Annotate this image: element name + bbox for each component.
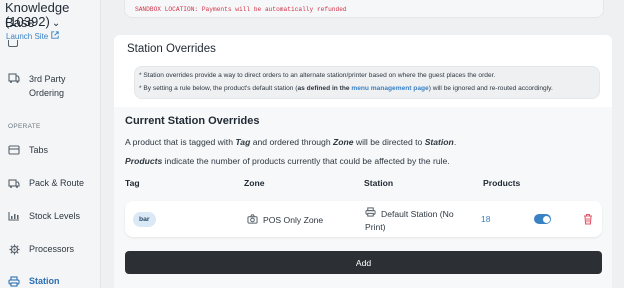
column-header-tag: Tag [125,178,140,188]
location-id-text: (10392) [5,14,50,29]
pack-route-icon [8,178,20,188]
sidebar-item-label: Tabs [29,145,49,155]
info-bold-text: as defined in the [297,85,352,92]
trash-icon[interactable] [583,212,593,225]
info-box: * Station overrides provide a way to dir… [134,66,600,99]
gear-icon [8,243,20,255]
description-line-1: A product that is tagged with Tag and or… [125,137,456,147]
sidebar-item-pack-route[interactable]: Pack & Route [8,178,84,188]
camera-icon [247,214,258,226]
desc-text: will be directed to [353,137,425,147]
printer-icon [365,207,376,221]
column-header-zone: Zone [244,178,265,188]
location-id[interactable]: (10392) ⌄ [5,14,60,31]
third-party-icon [8,72,20,83]
current-overrides-section: Current Station Overrides A product that… [114,107,612,288]
zone-cell: POS Only Zone [247,214,323,226]
sidebar-item-processors[interactable]: Processors [8,243,75,255]
menu-management-link[interactable]: menu management page [351,85,428,92]
station-name: Default Station (No [381,208,454,219]
table-row: bar POS Only Zone Default Station (No Pr… [125,201,602,237]
sidebar-item-label: Processors [29,244,75,254]
sidebar-item-station[interactable]: Station [8,275,60,287]
sidebar-item-label: Station [29,276,60,286]
column-header-station: Station [364,178,394,188]
desc-text: and ordered through [250,137,333,147]
sandbox-banner: SANDBOX LOCATION: Payments will be autom… [124,0,604,18]
info-line-1: * Station overrides provide a way to dir… [139,72,496,79]
info-text: * By setting a rule below, the product's… [139,85,298,92]
sidebar-item-label: Stock Levels [29,211,81,221]
station-name-cont: Print) [365,222,386,232]
printer-icon [8,275,20,287]
add-button[interactable]: Add [125,251,602,274]
desc-emphasis: Products [125,156,163,166]
stock-levels-icon [8,211,20,221]
section-operate: OPERATE [8,123,41,130]
desc-text: . [453,137,457,147]
tabs-icon [8,145,20,155]
sandbox-text: SANDBOX LOCATION: Payments will be autom… [135,6,347,13]
panel-title: Station Overrides [127,43,216,55]
desc-text: A product that is tagged with [125,137,236,147]
products-count-link[interactable]: 18 [481,214,491,224]
info-line-2: * By setting a rule below, the product's… [139,85,553,92]
info-text: ) will be ignored and re-routed accordin… [428,85,553,92]
description-line-2: Products indicate the number of products… [125,156,450,166]
sidebar-item-3rd-party-ordering[interactable]: 3rd Party Ordering [8,72,66,100]
sidebar-item-label: Ordering [29,88,65,98]
sidebar-item-stock-levels[interactable]: Stock Levels [8,211,80,221]
desc-emphasis: Station [424,137,454,147]
section-title: Current Station Overrides [125,115,260,127]
sidebar: Knowledge Base (10392) ⌄ Launch Site 3rd … [0,0,101,288]
chevron-down-icon[interactable]: ⌄ [52,18,60,29]
sidebar-item-tabs[interactable]: Tabs [8,145,48,155]
partial-menu-icon [8,40,18,47]
station-cell: Default Station (No Print) [365,207,465,234]
tag-badge: bar [133,212,156,227]
desc-emphasis: Tag [235,137,251,147]
column-header-products: Products [483,178,521,188]
sidebar-item-label: 3rd Party [29,74,66,84]
enable-toggle[interactable] [534,214,551,224]
sidebar-item-label: Pack & Route [29,178,85,188]
zone-name: POS Only Zone [263,215,324,225]
desc-emphasis: Zone [332,137,354,147]
desc-text: indicate the number of products currentl… [162,156,450,166]
external-link-icon [50,31,59,41]
station-overrides-panel: Station Overrides * Station overrides pr… [114,35,612,288]
